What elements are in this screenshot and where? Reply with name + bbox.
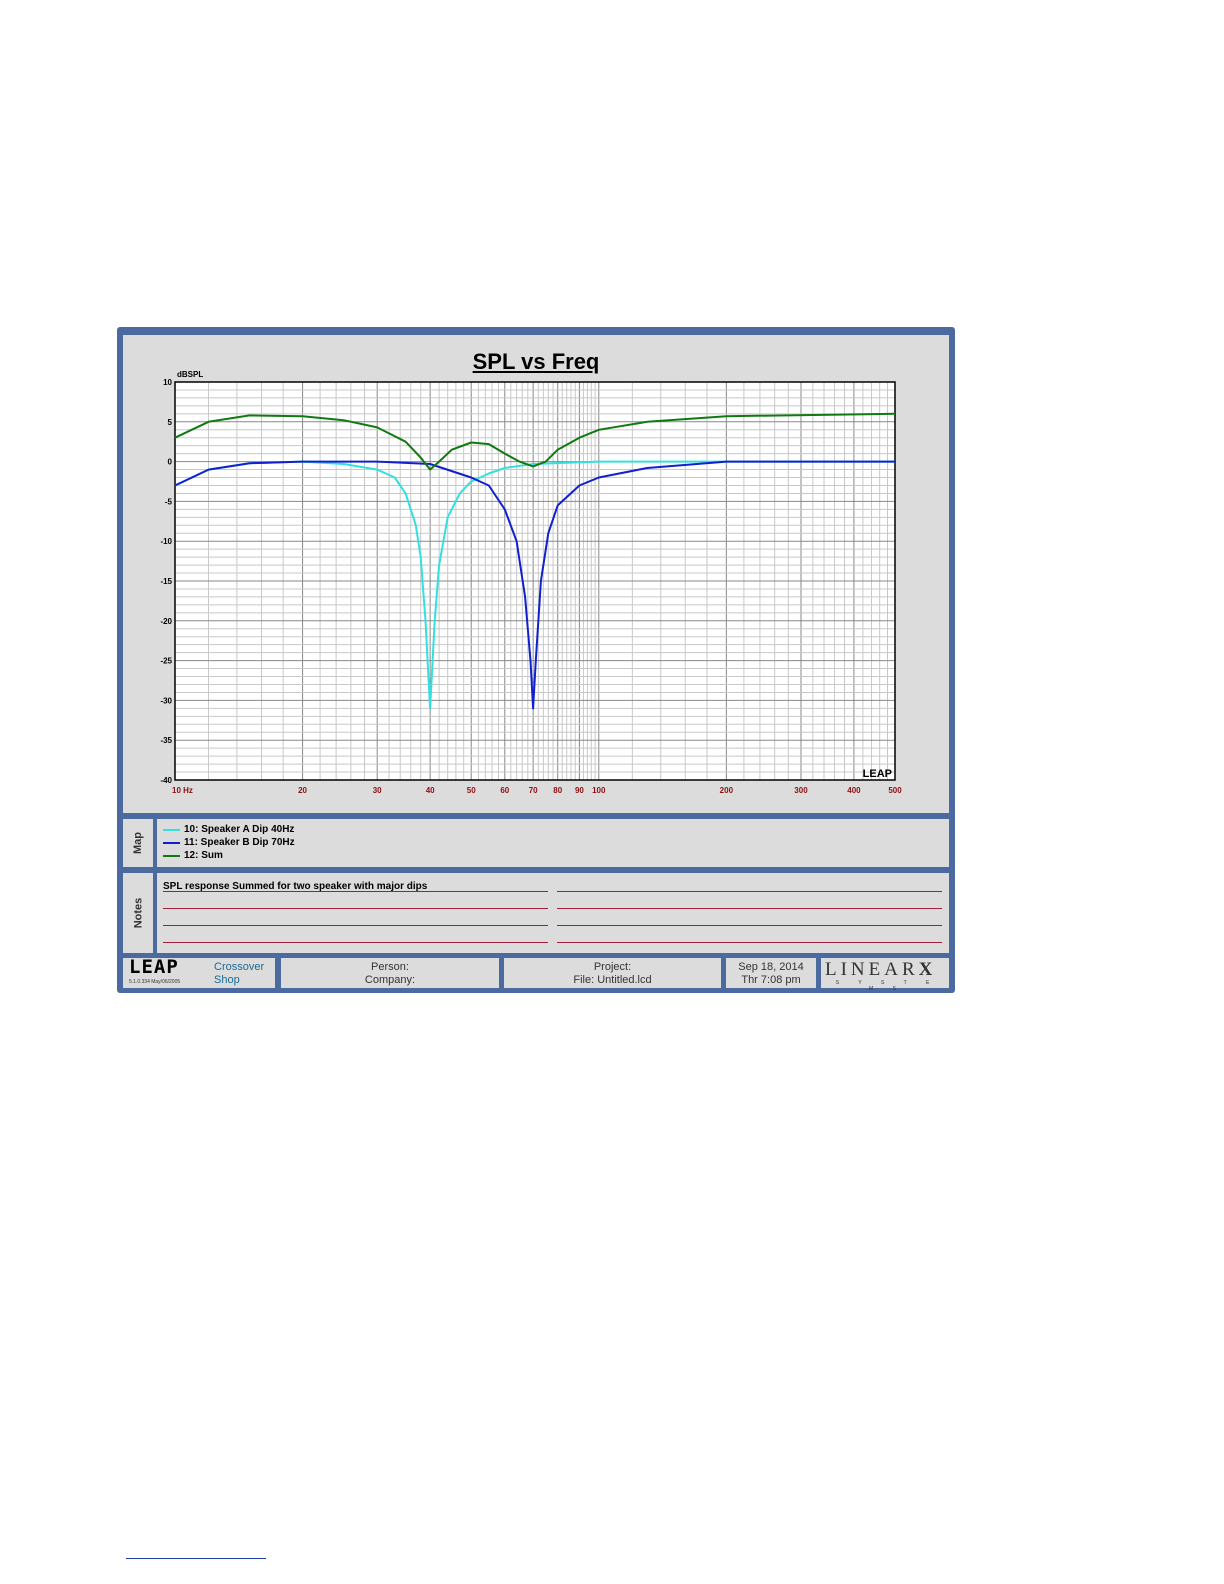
version-text: 5.1.0.334 May/06/2005	[129, 979, 181, 985]
x-tick-label: 20	[298, 786, 307, 795]
y-tick-label: -30	[160, 696, 172, 705]
legend-swatch	[163, 854, 180, 857]
notes-label: Notes	[132, 897, 144, 929]
y-tick-label: 5	[168, 418, 173, 427]
x-tick-label: 80	[553, 786, 562, 795]
y-tick-label: 0	[168, 458, 173, 467]
footer-person: Person: Company:	[281, 958, 499, 988]
x-tick-label: 300	[794, 786, 808, 795]
legend-label: 12: Sum	[184, 850, 223, 861]
map-side: Map	[123, 819, 153, 867]
x-tick-label: 200	[720, 786, 734, 795]
legend-item: 12: Sum	[163, 850, 223, 861]
y-tick-label: -15	[160, 577, 172, 586]
company-label: Company:	[364, 974, 416, 986]
footer-date: Sep 18, 2014 Thr 7:08 pm	[726, 958, 816, 988]
person-label: Person:	[371, 961, 409, 973]
legend-swatch	[163, 841, 180, 844]
x-tick-label: 90	[575, 786, 584, 795]
x-tick-label: 60	[500, 786, 509, 795]
map-label: Map	[132, 832, 144, 854]
y-tick-label: -35	[160, 736, 172, 745]
legend-item: 11: Speaker B Dip 70Hz	[163, 837, 295, 848]
report-frame: SPL vs Freq 10 5 0 -5 -10 -15 -20 -25 -30 -35 -40 1…	[117, 327, 955, 993]
legend-item: 10: Speaker A Dip 40Hz	[163, 824, 294, 835]
file-label: File: Untitled.lcd	[573, 974, 652, 986]
date-text: Sep 18, 2014	[738, 961, 804, 973]
map-legend: 10: Speaker A Dip 40Hz 11: Speaker B Dip…	[157, 819, 949, 867]
brand-sub: S Y S T E M S	[835, 980, 939, 992]
y-tick-label: -5	[165, 497, 173, 506]
footnote-rule	[126, 1558, 266, 1559]
notes-side: Notes	[123, 873, 153, 953]
y-tick-label: -20	[160, 617, 172, 626]
chart-panel: SPL vs Freq 10 5 0 -5 -10 -15 -20 -25 -30 -35 -40 1…	[123, 335, 949, 813]
notes-panel: SPL response Summed for two speaker with…	[157, 873, 949, 953]
spl-chart: 1050-5-10-15-20-25-30-35-4010 Hz 20 30 40 50…	[160, 370, 902, 795]
legend-label: 11: Speaker B Dip 70Hz	[184, 837, 295, 848]
x-tick-label: 10 Hz	[172, 786, 193, 795]
y-tick-label: -40	[160, 776, 172, 785]
project-label: Project:	[593, 961, 632, 973]
legend-swatch	[163, 828, 180, 831]
y-tick-label: -10	[160, 537, 172, 546]
y-axis-label: dBSPL	[177, 370, 203, 379]
legend-label: 10: Speaker A Dip 40Hz	[184, 824, 295, 835]
product-name-2: Shop	[214, 974, 240, 986]
brand-text: LINEAR	[825, 959, 919, 980]
x-tick-label: 100	[592, 786, 606, 795]
x-tick-label: 50	[467, 786, 476, 795]
y-tick-label: 10	[163, 378, 172, 387]
time-text: Thr 7:08 pm	[741, 974, 801, 986]
y-tick-label: -25	[160, 657, 172, 666]
x-tick-label: 500	[888, 786, 902, 795]
x-tick-label: 400	[847, 786, 861, 795]
footer-project: Project: File: Untitled.lcd	[504, 958, 721, 988]
leap-watermark: LEAP	[863, 768, 892, 780]
linearx-logo: LINEARX S Y S T E M S	[821, 958, 949, 992]
x-tick-label: 40	[426, 786, 435, 795]
footer-logo-box: LEAP 5.1.0.334 May/06/2005 Crossover Sho…	[123, 958, 275, 988]
leap-logo: LEAP	[129, 956, 179, 978]
product-name: Crossover	[214, 961, 265, 973]
brand-x: X	[918, 959, 937, 980]
x-tick-label: 70	[529, 786, 538, 795]
x-tick-label: 30	[373, 786, 382, 795]
